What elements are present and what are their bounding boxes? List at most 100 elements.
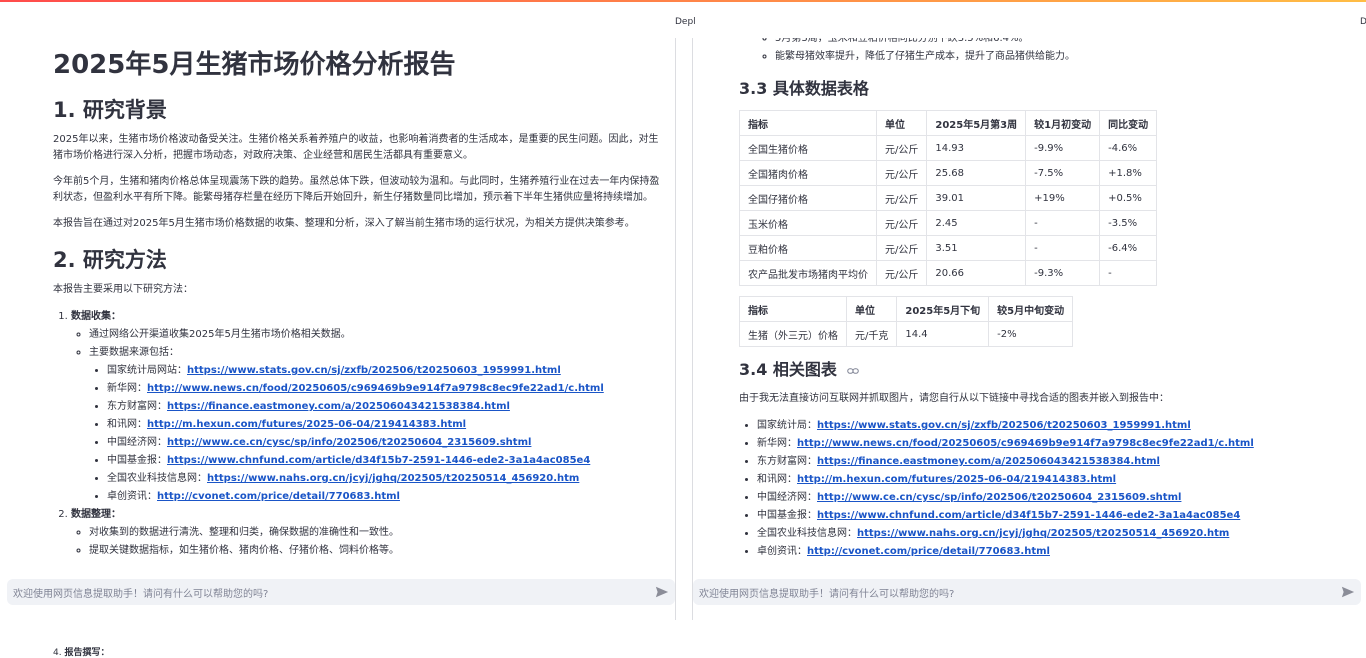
source-label: 和讯网： bbox=[107, 419, 147, 430]
method-intro: 本报告主要采用以下研究方法： bbox=[53, 284, 193, 295]
source-label: 中国经济网： bbox=[757, 492, 817, 503]
method-item-title: 数据收集： bbox=[71, 311, 121, 322]
source-item: 中国经济网：http://www.ce.cn/cysc/sp/info/2025… bbox=[757, 489, 1339, 507]
source-item: 东方财富网：https://finance.eastmoney.com/a/20… bbox=[107, 398, 667, 416]
left-report-pane[interactable]: 2025年5月生猪市场价格分析报告 1. 研究背景 2025年以来，生猪市场价格… bbox=[7, 38, 675, 572]
source-link[interactable]: https://www.nahs.org.cn/jcyj/jghq/202505… bbox=[207, 473, 579, 484]
table-header-cell: 同比变动 bbox=[1099, 110, 1158, 136]
source-item: 全国农业科技信息网：https://www.nahs.org.cn/jcyj/j… bbox=[757, 525, 1339, 543]
table-header-cell: 较1月初变动 bbox=[1025, 110, 1101, 136]
source-list: 国家统计局网站：https://www.stats.gov.cn/sj/zxfb… bbox=[89, 362, 667, 506]
table-cell: +1.8% bbox=[1099, 160, 1158, 186]
background-paragraph-2: 今年前5个月，生猪和猪肉价格总体呈现震荡下跌的趋势。虽然总体下跌，但波动较为温和… bbox=[53, 176, 660, 203]
source-link[interactable]: http://www.news.cn/food/20250605/c969469… bbox=[797, 438, 1254, 449]
source-link[interactable]: https://finance.eastmoney.com/a/20250604… bbox=[167, 401, 510, 412]
source-item: 新华网：http://www.news.cn/food/20250605/c96… bbox=[757, 435, 1339, 453]
bottom-overflow-strip: 4. 报告撰写： bbox=[0, 620, 1366, 658]
table-cell: 农产品批发市场猪肉平均价 bbox=[739, 260, 877, 286]
list-item: 5月第3周，玉米和豆粕价格同比分别下跌3.5%和6.4%。 bbox=[775, 38, 1339, 48]
source-label: 中国基金报： bbox=[107, 455, 167, 466]
report-content-continued: 5月第3周，玉米和豆粕价格同比分别下跌3.5%和6.4%。 能繁母猪效率提升，降… bbox=[739, 38, 1339, 561]
source-item: 卓创资讯：http://cvonet.com/price/detail/7706… bbox=[757, 543, 1339, 561]
section-method-heading: 2. 研究方法 bbox=[53, 248, 167, 272]
charts-intro: 由于我无法直接访问互联网并抓取图片，请您自行从以下链接中寻找合适的图表并嵌入到报… bbox=[739, 393, 1169, 404]
hog-price-table: 指标 单位 2025年5月下旬 较5月中旬变动 生猪（外三元）价格 元/千克 1… bbox=[739, 296, 1074, 347]
section-background-heading: 1. 研究背景 bbox=[53, 98, 167, 122]
method-item-organizing: 数据整理： 对收集到的数据进行清洗、整理和归类，确保数据的准确性和一致性。 提取… bbox=[71, 506, 667, 560]
table-header-cell: 指标 bbox=[739, 110, 877, 136]
table-header-cell: 2025年5月第3周 bbox=[926, 110, 1027, 136]
table-cell: 元/公斤 bbox=[875, 235, 928, 261]
source-link[interactable]: https://www.chnfund.com/article/d34f15b7… bbox=[167, 455, 590, 466]
top-header: Depl D bbox=[0, 0, 1366, 38]
table-cell: 全国猪肉价格 bbox=[739, 160, 877, 186]
source-item: 中国基金报：https://www.chnfund.com/article/d3… bbox=[107, 452, 667, 470]
list-item: 通过网络公开渠道收集2025年5月生猪市场价格相关数据。 bbox=[89, 326, 667, 344]
chat-placeholder[interactable]: 欢迎使用网页信息提取助手！请问有什么可以帮助您的吗? bbox=[13, 585, 268, 600]
source-link[interactable]: http://www.news.cn/food/20250605/c969469… bbox=[147, 383, 604, 394]
table-header-cell: 指标 bbox=[739, 296, 847, 322]
link-icon[interactable] bbox=[846, 367, 859, 375]
table-cell: 14.4 bbox=[896, 321, 990, 347]
table-header-row: 指标 单位 2025年5月下旬 较5月中旬变动 bbox=[739, 296, 1074, 322]
chart-link-list: 国家统计局：https://www.stats.gov.cn/sj/zxfb/2… bbox=[739, 417, 1339, 561]
source-item: 卓创资讯：http://cvonet.com/price/detail/7706… bbox=[107, 488, 667, 506]
table-cell: +0.5% bbox=[1099, 185, 1158, 211]
source-item: 新华网：http://www.news.cn/food/20250605/c96… bbox=[107, 380, 667, 398]
table-cell: 2.45 bbox=[926, 210, 1027, 236]
deploy-button-right[interactable]: D bbox=[1360, 17, 1366, 27]
background-paragraph-3: 本报告旨在通过对2025年5月生猪市场价格数据的收集、整理和分析，深入了解当前生… bbox=[53, 218, 635, 229]
section-charts-title: 3.4 相关图表 bbox=[739, 360, 837, 379]
price-data-table: 指标 单位 2025年5月第3周 较1月初变动 同比变动 全国生猪价格 元/公斤… bbox=[739, 110, 1158, 286]
report-content: 2025年5月生猪市场价格分析报告 1. 研究背景 2025年以来，生猪市场价格… bbox=[53, 38, 667, 560]
method-list: 数据收集： 通过网络公开渠道收集2025年5月生猪市场价格相关数据。 主要数据来… bbox=[53, 308, 667, 560]
table-row: 全国猪肉价格 元/公斤 25.68 -7.5% +1.8% bbox=[739, 160, 1158, 186]
table-row: 农产品批发市场猪肉平均价 元/公斤 20.66 -9.3% - bbox=[739, 260, 1158, 286]
table-header-cell: 单位 bbox=[875, 110, 928, 136]
list-item: 提取关键数据指标，如生猪价格、猪肉价格、仔猪价格、饲料价格等。 bbox=[89, 542, 667, 560]
table-cell: 39.01 bbox=[926, 185, 1027, 211]
source-link[interactable]: http://cvonet.com/price/detail/770683.ht… bbox=[807, 546, 1050, 557]
source-link[interactable]: http://m.hexun.com/futures/2025-06-04/21… bbox=[797, 474, 1116, 485]
source-link[interactable]: https://www.stats.gov.cn/sj/zxfb/202506/… bbox=[187, 365, 561, 376]
collection-sublist: 通过网络公开渠道收集2025年5月生猪市场价格相关数据。 主要数据来源包括： 国… bbox=[71, 326, 667, 506]
source-link[interactable]: https://finance.eastmoney.com/a/20250604… bbox=[817, 456, 1160, 467]
chat-placeholder[interactable]: 欢迎使用网页信息提取助手！请问有什么可以帮助您的吗? bbox=[699, 585, 954, 600]
source-link[interactable]: http://www.ce.cn/cysc/sp/info/202506/t20… bbox=[167, 437, 531, 448]
organizing-sublist: 对收集到的数据进行清洗、整理和归类，确保数据的准确性和一致性。 提取关键数据指标… bbox=[71, 524, 667, 560]
table-cell: -7.5% bbox=[1025, 160, 1101, 186]
source-link[interactable]: https://www.nahs.org.cn/jcyj/jghq/202505… bbox=[857, 528, 1229, 539]
source-link[interactable]: http://cvonet.com/price/detail/770683.ht… bbox=[157, 491, 400, 502]
supply-bullets: 5月第3周，玉米和豆粕价格同比分别下跌3.5%和6.4%。 能繁母猪效率提升，降… bbox=[739, 38, 1339, 66]
source-label: 新华网： bbox=[107, 383, 147, 394]
table-header-row: 指标 单位 2025年5月第3周 较1月初变动 同比变动 bbox=[739, 110, 1158, 136]
chat-input-left[interactable]: 欢迎使用网页信息提取助手！请问有什么可以帮助您的吗? bbox=[7, 579, 675, 605]
table-cell: 全国生猪价格 bbox=[739, 135, 877, 161]
chat-input-right[interactable]: 欢迎使用网页信息提取助手！请问有什么可以帮助您的吗? bbox=[693, 579, 1361, 605]
source-label: 国家统计局网站： bbox=[107, 365, 187, 376]
source-link[interactable]: https://www.stats.gov.cn/sj/zxfb/202506/… bbox=[817, 420, 1191, 431]
source-link[interactable]: http://m.hexun.com/futures/2025-06-04/21… bbox=[147, 419, 466, 430]
accent-bar bbox=[0, 0, 1366, 2]
send-icon[interactable] bbox=[1341, 585, 1355, 599]
table-cell: 元/公斤 bbox=[875, 185, 928, 211]
source-label: 卓创资讯： bbox=[757, 546, 807, 557]
source-link[interactable]: https://www.chnfund.com/article/d34f15b7… bbox=[817, 510, 1240, 521]
source-label: 新华网： bbox=[757, 438, 797, 449]
source-item: 东方财富网：https://finance.eastmoney.com/a/20… bbox=[757, 453, 1339, 471]
source-label: 东方财富网： bbox=[107, 401, 167, 412]
table-cell: 玉米价格 bbox=[739, 210, 877, 236]
table-cell: 生猪（外三元）价格 bbox=[739, 321, 847, 347]
source-label: 中国基金报： bbox=[757, 510, 817, 521]
section-data-table-heading: 3.3 具体数据表格 bbox=[739, 79, 869, 98]
table-cell: 元/公斤 bbox=[875, 210, 928, 236]
send-icon[interactable] bbox=[655, 585, 669, 599]
list-item-text: 主要数据来源包括： bbox=[89, 347, 179, 358]
source-item: 全国农业科技信息网：https://www.nahs.org.cn/jcyj/j… bbox=[107, 470, 667, 488]
deploy-button-left[interactable]: Depl bbox=[675, 17, 696, 27]
source-link[interactable]: http://www.ce.cn/cysc/sp/info/202506/t20… bbox=[817, 492, 1181, 503]
list-item: 对收集到的数据进行清洗、整理和归类，确保数据的准确性和一致性。 bbox=[89, 524, 667, 542]
report-title: 2025年5月生猪市场价格分析报告 bbox=[53, 50, 456, 80]
table-cell: 元/公斤 bbox=[875, 260, 928, 286]
right-report-pane[interactable]: 5月第3周，玉米和豆粕价格同比分别下跌3.5%和6.4%。 能繁母猪效率提升，降… bbox=[693, 38, 1361, 572]
